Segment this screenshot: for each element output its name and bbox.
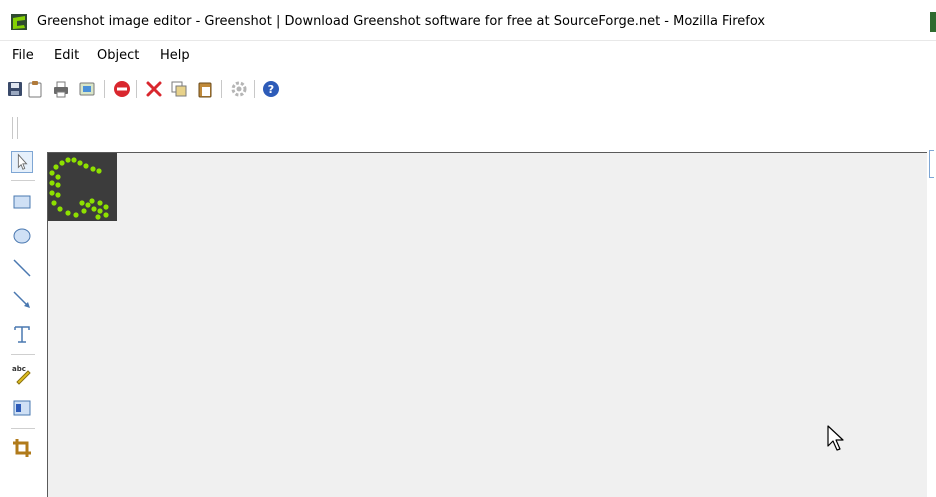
title-edge	[930, 12, 936, 32]
copy-icon[interactable]	[170, 80, 188, 98]
text-tool-icon[interactable]	[11, 323, 33, 345]
tool-separator	[11, 428, 35, 429]
highlight-tool-icon[interactable]: abc	[11, 363, 33, 385]
paste-icon[interactable]	[196, 80, 214, 98]
tool-separator	[11, 180, 35, 181]
print-icon[interactable]	[52, 80, 70, 98]
menu-object[interactable]: Object	[97, 48, 139, 63]
menu-edit[interactable]: Edit	[54, 48, 79, 63]
toolbar-separator	[136, 80, 137, 98]
delete-icon[interactable]	[145, 80, 163, 98]
svg-text:abc: abc	[12, 365, 26, 373]
editor-canvas[interactable]	[47, 152, 927, 497]
window-titlebar: Greenshot image editor - Greenshot | Dow…	[0, 0, 936, 41]
settings-icon[interactable]	[230, 80, 248, 98]
canvas-right-edge	[927, 152, 936, 497]
help-icon[interactable]: ?	[262, 80, 280, 98]
clipboard-icon[interactable]	[26, 80, 44, 98]
scroll-marker[interactable]	[929, 150, 934, 178]
window-title: Greenshot image editor - Greenshot | Dow…	[37, 14, 766, 29]
greenshot-logo-image[interactable]	[48, 153, 117, 221]
save-icon[interactable]	[6, 80, 24, 98]
toolbar-separator	[254, 80, 255, 98]
toolbar-separator	[104, 80, 105, 98]
menu-file[interactable]: File	[12, 48, 34, 63]
main-toolbar: ?	[0, 72, 936, 106]
ellipse-tool-icon[interactable]	[11, 225, 33, 247]
toolbar-grip[interactable]	[12, 117, 18, 139]
svg-text:?: ?	[268, 83, 274, 96]
crop-tool-icon[interactable]	[11, 437, 33, 459]
rectangle-tool-icon[interactable]	[11, 191, 33, 213]
toolbar-separator	[221, 80, 222, 98]
email-icon[interactable]	[78, 80, 96, 98]
mouse-pointer-icon	[827, 425, 844, 451]
greenshot-logo-icon	[11, 14, 27, 30]
menu-help[interactable]: Help	[160, 48, 190, 63]
tool-separator	[11, 354, 35, 355]
cursor-tool-icon[interactable]	[11, 151, 33, 173]
close-icon[interactable]	[113, 80, 131, 98]
arrow-tool-icon[interactable]	[11, 289, 33, 311]
line-tool-icon[interactable]	[11, 257, 33, 279]
tool-panel: abc	[0, 147, 47, 497]
obfuscate-tool-icon[interactable]	[11, 397, 33, 419]
menu-bar: File Edit Object Help	[0, 41, 936, 71]
property-toolbar	[0, 107, 936, 147]
